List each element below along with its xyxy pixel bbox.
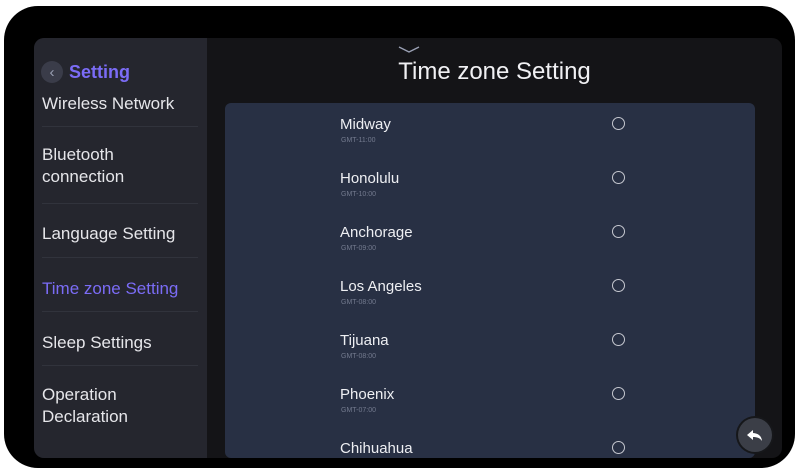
chevron-left-icon: ‹ [49,63,55,81]
return-arrow-icon [747,430,762,441]
sidebar-item-bluetooth[interactable]: Bluetooth connection [42,144,200,188]
divider [42,311,198,312]
device-bezel: ‹ Setting Wireless Network Bluetooth con… [4,6,795,468]
list-item[interactable]: Chihuahua [225,440,755,458]
timezone-offset: GMT-10:00 [341,191,377,198]
radio-button[interactable] [612,225,625,238]
timezone-offset: GMT-08:00 [341,353,377,360]
divider [42,365,198,366]
sidebar-title: Setting [69,61,130,82]
timezone-city: Chihuahua [340,440,413,457]
sidebar-header: ‹ Setting [41,59,130,85]
divider [42,126,198,127]
sidebar-item-language[interactable]: Language Setting [42,223,200,245]
timezone-city: Honolulu [340,170,400,187]
timezone-offset: GMT-11:00 [341,137,376,144]
list-item[interactable]: Tijuana GMT-08:00 [225,332,755,386]
radio-button[interactable] [612,171,625,184]
sidebar-item-sleep-settings[interactable]: Sleep Settings [42,332,200,354]
sidebar-item-wireless-network[interactable]: Wireless Network [42,93,200,115]
timezone-city: Los Angeles [340,278,422,295]
return-button[interactable] [738,418,772,452]
timezone-offset: GMT-08:00 [341,299,377,306]
chevron-down-icon[interactable] [398,46,420,54]
timezone-city: Phoenix [340,386,395,403]
timezone-offset: GMT-09:00 [341,245,377,252]
timezone-city: Tijuana [340,332,389,349]
divider [42,203,198,204]
radio-button[interactable] [612,279,625,292]
radio-button[interactable] [612,117,625,130]
radio-button[interactable] [612,333,625,346]
list-item[interactable]: Los Angeles GMT-08:00 [225,278,755,332]
back-button[interactable]: ‹ [41,61,63,83]
timezone-city: Midway [340,116,391,133]
list-item[interactable]: Phoenix GMT-07:00 [225,386,755,440]
radio-button[interactable] [612,387,625,400]
divider [42,257,198,258]
radio-button[interactable] [612,441,625,454]
timezone-offset: GMT-07:00 [341,407,377,414]
sidebar: ‹ Setting Wireless Network Bluetooth con… [34,38,207,458]
list-item[interactable]: Midway GMT-11:00 [225,116,755,170]
list-item[interactable]: Honolulu GMT-10:00 [225,170,755,224]
page-title: Time zone Setting [398,58,591,85]
sidebar-item-time-zone[interactable]: Time zone Setting [42,278,200,300]
timezone-list: Midway GMT-11:00 Honolulu GMT-10:00 Anch… [225,103,755,458]
list-item[interactable]: Anchorage GMT-09:00 [225,224,755,278]
screen: ‹ Setting Wireless Network Bluetooth con… [34,38,782,458]
sidebar-item-operation-declaration[interactable]: Operation Declaration [42,384,200,428]
timezone-city: Anchorage [340,224,413,241]
